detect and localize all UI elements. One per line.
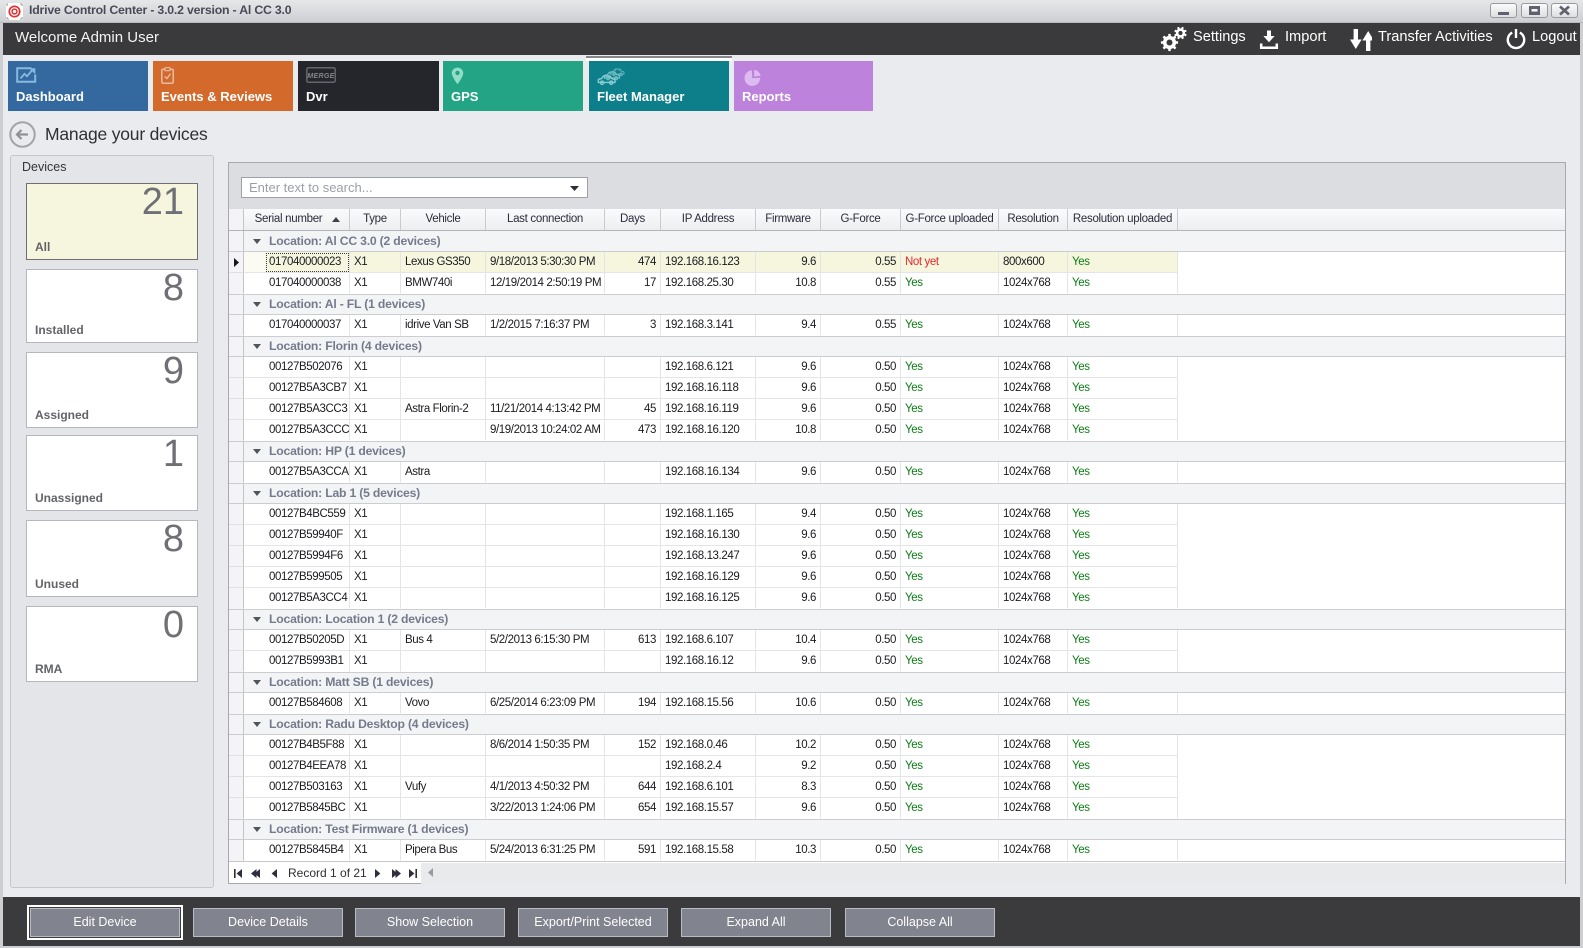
svg-text:MERGE: MERGE (307, 73, 334, 80)
